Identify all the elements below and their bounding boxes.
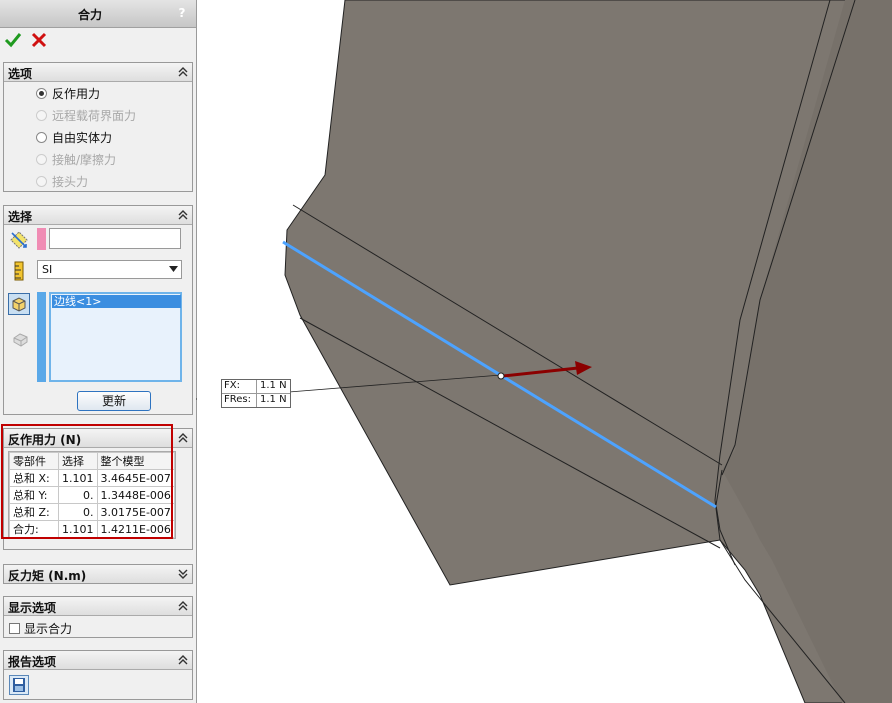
edge-selection-list[interactable]: 边线<1> [49, 292, 182, 382]
ok-checkmark-icon[interactable] [4, 31, 22, 49]
callout-label: FRes: [224, 394, 251, 405]
unit-dropdown[interactable]: SI [37, 260, 182, 279]
face-selection-icon [10, 231, 28, 249]
cancel-x-icon[interactable] [30, 31, 48, 49]
callout-value: 1.1 N [256, 380, 287, 393]
callout-value: 1.1 N [256, 394, 287, 407]
list-color-strip [37, 292, 46, 382]
ruler-units-icon [14, 261, 24, 281]
component-selection-icon [13, 333, 28, 347]
update-button[interactable]: 更新 [77, 391, 151, 411]
display-options-group: 显示选项 显示合力 [3, 596, 193, 638]
radio-button-icon [36, 175, 47, 187]
list-item[interactable]: 边线<1> [52, 295, 181, 308]
model-geometry[interactable] [197, 0, 892, 703]
face-selection-field[interactable] [49, 228, 181, 249]
reaction-moment-group: 反力矩 (N.m) [3, 564, 193, 584]
show-resultant-checkbox-row[interactable]: 显示合力 [9, 620, 72, 637]
checkbox-label: 显示合力 [24, 622, 73, 636]
options-group-title: 选项 [8, 67, 33, 81]
help-icon[interactable]: ? [174, 5, 190, 21]
radio-button-icon[interactable] [36, 87, 47, 99]
highlight-box [1, 424, 173, 539]
radio-button-icon [36, 153, 47, 165]
callout-label: FX: [224, 380, 240, 391]
collapse-chevron-icon[interactable] [177, 209, 189, 221]
radio-connector-force: 接头力 [36, 173, 88, 189]
panel-title-bar: 合力 ? [0, 0, 196, 28]
collapse-chevron-icon[interactable] [177, 66, 189, 78]
force-value-callout: FX: 1.1 N FRes: 1.1 N [221, 379, 291, 408]
radio-contact-friction-force: 接触/摩擦力 [36, 151, 116, 167]
report-options-group-header[interactable]: 报告选项 [4, 651, 192, 670]
selection-group: 选择 SI 边线<1> 更新 [3, 205, 193, 415]
display-options-group-header[interactable]: 显示选项 [4, 597, 192, 616]
callout-row: FRes: 1.1 N [222, 394, 290, 407]
radio-label: 反作用力 [52, 86, 101, 101]
checkbox[interactable] [9, 623, 20, 634]
radio-free-body-force[interactable]: 自由实体力 [36, 129, 112, 145]
selection-group-title: 选择 [8, 210, 33, 224]
radio-button-icon [36, 109, 47, 121]
radio-label: 自由实体力 [52, 130, 113, 145]
selection-group-header[interactable]: 选择 [4, 206, 192, 225]
selection-color-swatch [37, 228, 46, 250]
radio-button-icon[interactable] [36, 131, 47, 143]
save-report-icon[interactable] [9, 675, 29, 695]
reaction-moment-group-title: 反力矩 (N.m) [8, 569, 87, 583]
reaction-moment-group-header[interactable]: 反力矩 (N.m) [4, 565, 192, 583]
graphics-view[interactable] [197, 0, 892, 703]
force-origin-marker [497, 372, 505, 380]
radio-label: 远程载荷界面力 [52, 108, 137, 123]
callout-row: FX: 1.1 N [222, 380, 290, 394]
property-manager-panel: 合力 ? 选项 反作用力 远程载荷界面力 自由实体力 接触/摩擦力 接头力 选择… [0, 0, 197, 703]
edge-selection-icon [8, 293, 30, 315]
radio-label: 接头力 [52, 174, 89, 189]
dropdown-arrow-icon[interactable] [169, 266, 178, 273]
collapse-chevron-icon[interactable] [177, 654, 189, 666]
radio-label: 接触/摩擦力 [52, 152, 117, 167]
options-group-header[interactable]: 选项 [4, 63, 192, 82]
report-options-group: 报告选项 [3, 650, 193, 700]
display-options-group-title: 显示选项 [8, 601, 57, 615]
collapse-chevron-icon[interactable] [177, 600, 189, 612]
expand-chevron-icon[interactable] [177, 568, 189, 580]
options-group: 选项 反作用力 远程载荷界面力 自由实体力 接触/摩擦力 接头力 [3, 62, 193, 192]
unit-value: SI [42, 263, 53, 276]
radio-reaction-force[interactable]: 反作用力 [36, 85, 100, 101]
collapse-chevron-icon[interactable] [177, 432, 189, 444]
report-options-group-title: 报告选项 [8, 655, 57, 669]
panel-title: 合力 [77, 8, 102, 22]
radio-remote-load-force: 远程载荷界面力 [36, 107, 136, 123]
